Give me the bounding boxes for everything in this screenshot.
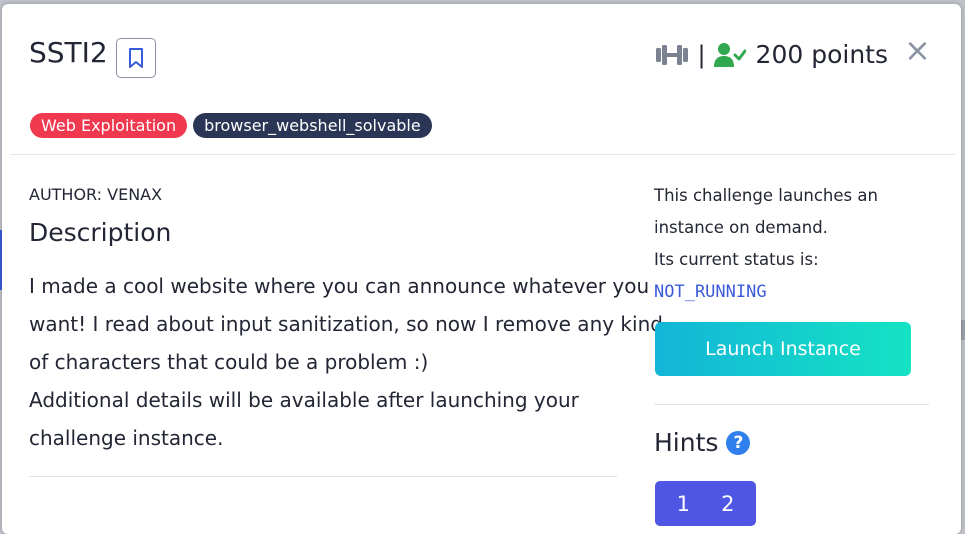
tag-category[interactable]: Web Exploitation [30, 113, 188, 138]
dumbbell-icon [656, 44, 689, 65]
user-check-icon [713, 42, 746, 67]
challenge-title: SSTI2 [29, 36, 108, 69]
tag-list: Web Exploitation browser_webshell_solvab… [30, 113, 432, 138]
hint-button-1[interactable]: 1 [677, 492, 690, 516]
tag-label[interactable]: browser_webshell_solvable [193, 113, 432, 138]
instance-info-line: instance on demand. [654, 218, 828, 237]
challenge-points: 200 points [755, 40, 888, 69]
description-line: Additional details will be available aft… [29, 388, 579, 412]
description-divider [29, 476, 617, 477]
close-button[interactable]: × [904, 34, 931, 66]
close-icon: × [904, 31, 931, 69]
instance-status: NOT_RUNNING [654, 282, 767, 302]
description-line: of characters that could be a problem :) [29, 350, 429, 374]
description-line: want! I read about input sanitization, s… [29, 312, 663, 336]
instance-status-label: Its current status is: [654, 250, 819, 269]
challenge-author: AUTHOR: VENAX [29, 185, 163, 204]
description-line: challenge instance. [29, 426, 224, 450]
challenge-meta: | 200 points [655, 40, 888, 69]
description-body: I made a cool website where you can anno… [29, 267, 663, 457]
description-heading: Description [29, 218, 172, 247]
hint-selector: 1 2 [655, 481, 756, 526]
launch-instance-button[interactable]: Launch Instance [655, 322, 911, 376]
hints-title: Hints [654, 428, 719, 457]
description-line: I made a cool website where you can anno… [29, 274, 650, 298]
header-divider [10, 154, 955, 155]
bookmark-icon [129, 48, 143, 68]
hints-heading: Hints ? [654, 428, 751, 457]
background-edge [961, 320, 965, 340]
question-circle-icon[interactable]: ? [726, 430, 751, 455]
sidebar-divider [654, 404, 929, 405]
bookmark-button[interactable] [116, 38, 156, 78]
instance-info-line: This challenge launches an [654, 186, 878, 205]
meta-separator: | [697, 40, 706, 69]
hint-button-2[interactable]: 2 [721, 492, 734, 516]
